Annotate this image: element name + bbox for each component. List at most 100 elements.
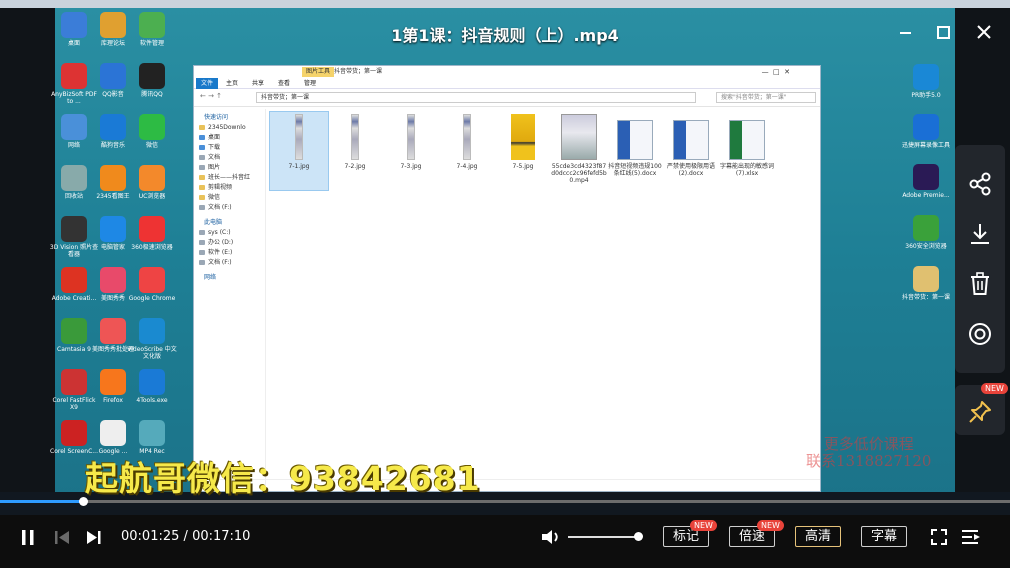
app-icon	[139, 369, 165, 395]
app-icon	[61, 165, 87, 191]
desktop-icon-label: VideoScribe 中文文化版	[127, 346, 177, 360]
time-total: 00:17:10	[192, 529, 251, 544]
context-tab-label: 图片工具	[302, 67, 335, 77]
desktop-icon: 360极速浏览器	[126, 216, 178, 251]
video-frame[interactable]: 桌面 库理论坛 软件管理 AnyBizSoft PDF to ... QQ影音 腾讯QQ 网…	[0, 0, 1010, 515]
app-icon	[100, 63, 126, 89]
desktop-icon: MP4 Rec	[126, 420, 178, 455]
word-doc-icon	[617, 120, 653, 160]
desktop-icon: UC浏览器	[126, 165, 178, 200]
pin-on-top-button[interactable]	[965, 397, 995, 427]
subtitle-button[interactable]: 字幕	[861, 526, 907, 547]
progress-track[interactable]	[0, 500, 1010, 503]
desktop-icon-label: UC浏览器	[138, 193, 166, 200]
address-path: 抖音带货；第一课	[261, 94, 310, 101]
desktop-icon-label: Google Chrome	[128, 295, 176, 302]
nav-quick-access: 快速访问	[204, 114, 229, 121]
subtitle-label: 字幕	[870, 529, 897, 544]
file-name: 抖音短视频违规100条红线(5).docx	[608, 163, 662, 177]
record-target-icon	[969, 323, 991, 345]
file-name: 7-4.jpg	[456, 163, 478, 170]
minimize-icon	[900, 32, 911, 34]
explorer-address-row: ← → ↑ 抖音带货；第一课 搜索"抖音带货；第一课"	[194, 89, 820, 107]
close-icon	[977, 25, 991, 39]
time-current: 00:01:25	[121, 529, 180, 544]
video-thumbnail	[561, 114, 597, 160]
file-name: 55cde3cd4323f87d0dccc2c96fefd5b0.mp4	[551, 163, 607, 184]
minimize-button[interactable]	[894, 22, 916, 44]
close-button[interactable]	[973, 22, 995, 44]
fullscreen-icon	[931, 529, 947, 545]
fullscreen-button[interactable]	[929, 527, 949, 547]
mark-new-badge: NEW	[690, 520, 717, 531]
nav-items: 2345Downlo 桌面 下载 文档 图片 班长——抖音红 剪辑视频 微信 文档 (F:)	[194, 123, 265, 213]
desktop-icon-label: 腾讯QQ	[141, 91, 163, 98]
file-item: 抖音短视频违规100条红线(5).docx	[606, 112, 664, 190]
app-icon	[61, 318, 87, 344]
volume-slider[interactable]	[568, 536, 642, 538]
nav-item: 下载	[194, 143, 265, 153]
app-icon	[100, 267, 126, 293]
app-icon	[61, 420, 87, 446]
side-action-panel	[955, 145, 1005, 373]
maximize-button[interactable]	[932, 22, 954, 44]
app-icon	[913, 164, 939, 190]
quality-button[interactable]: 高清	[795, 526, 841, 547]
previous-button[interactable]	[52, 527, 72, 547]
nav-this-pc: 此电脑	[204, 219, 223, 226]
wechat-watermark: 起航哥微信：93842681	[85, 459, 481, 498]
time-separator: /	[183, 529, 188, 544]
delete-button[interactable]	[965, 269, 995, 299]
file-item: 7-4.jpg	[438, 112, 496, 190]
app-icon	[100, 420, 126, 446]
playlist-icon	[962, 530, 980, 544]
app-icon	[913, 266, 939, 292]
app-icon	[139, 267, 165, 293]
file-item: 55cde3cd4323f87d0dccc2c96fefd5b0.mp4	[550, 112, 608, 190]
explorer-window: 图片工具 抖音带货；第一课 — □ ✕ 文件 主页 共享 查看 管理 ← → ↑ 抖音带…	[193, 65, 821, 492]
file-item: 字幕能出现的敏感词(7).xlsx	[718, 112, 776, 190]
nav-network: 网络	[204, 274, 217, 281]
speed-new-badge: NEW	[757, 520, 784, 531]
pin-panel: NEW	[955, 383, 1008, 435]
player-title-bar: 1第1课：抖音规则（上）.mp4	[0, 12, 1010, 56]
nav-item: 2345Downlo	[194, 123, 265, 133]
ribbon-tab: 文件	[196, 78, 219, 89]
explorer-file-grid: 7-1.jpg 7-2.jpg 7-3.jpg 7-4.jpg 7-5.jpg 55cde…	[269, 111, 818, 212]
file-item: 7-2.jpg	[326, 112, 384, 190]
file-name: 7-2.jpg	[344, 163, 366, 170]
file-name: 字幕能出现的敏感词(7).xlsx	[719, 163, 774, 177]
ribbon-tab: 共享	[252, 80, 265, 87]
explorer-title-bar: 图片工具 抖音带货；第一课 — □ ✕	[194, 66, 820, 78]
explorer-window-title: 抖音带货；第一课	[334, 68, 383, 75]
video-title: 1第1课：抖音规则（上）.mp4	[391, 26, 619, 45]
app-icon	[913, 64, 939, 90]
trash-icon	[971, 272, 989, 295]
volume-icon	[542, 530, 558, 544]
app-icon	[100, 369, 126, 395]
nav-item: 桌面	[194, 133, 265, 143]
explorer-search-box: 搜索"抖音带货；第一课"	[716, 92, 816, 103]
ribbon-tab: 主页	[226, 80, 239, 87]
explorer-nav-pane: 快速访问 2345Downlo 桌面 下载 文档 图片 班长——抖音红 剪辑视频 微信 文档 (…	[194, 109, 266, 489]
volume-handle[interactable]	[634, 532, 644, 541]
progress-fill	[0, 500, 84, 503]
download-button[interactable]	[965, 219, 995, 249]
app-icon	[139, 420, 165, 446]
desktop-icon-label: 迅捷屏幕录像工具	[901, 142, 950, 149]
app-icon	[100, 165, 126, 191]
volume-button[interactable]	[540, 527, 562, 547]
nav-drive: 文档 (F:)	[194, 258, 265, 268]
screenshot-button[interactable]	[965, 319, 995, 349]
playlist-button[interactable]	[960, 527, 982, 547]
address-bar: 抖音带货；第一课	[256, 92, 696, 103]
desktop-icon: 抖音带货：第一课	[900, 266, 952, 301]
image-thumbnail	[511, 114, 535, 160]
speed-label: 倍速	[738, 529, 765, 544]
desktop-icon-label: 360安全浏览器	[905, 243, 947, 250]
next-button[interactable]	[84, 527, 104, 547]
share-button[interactable]	[965, 169, 995, 199]
pin-icon	[969, 401, 991, 423]
nav-item: 文档	[194, 153, 265, 163]
pause-button[interactable]	[18, 527, 38, 547]
